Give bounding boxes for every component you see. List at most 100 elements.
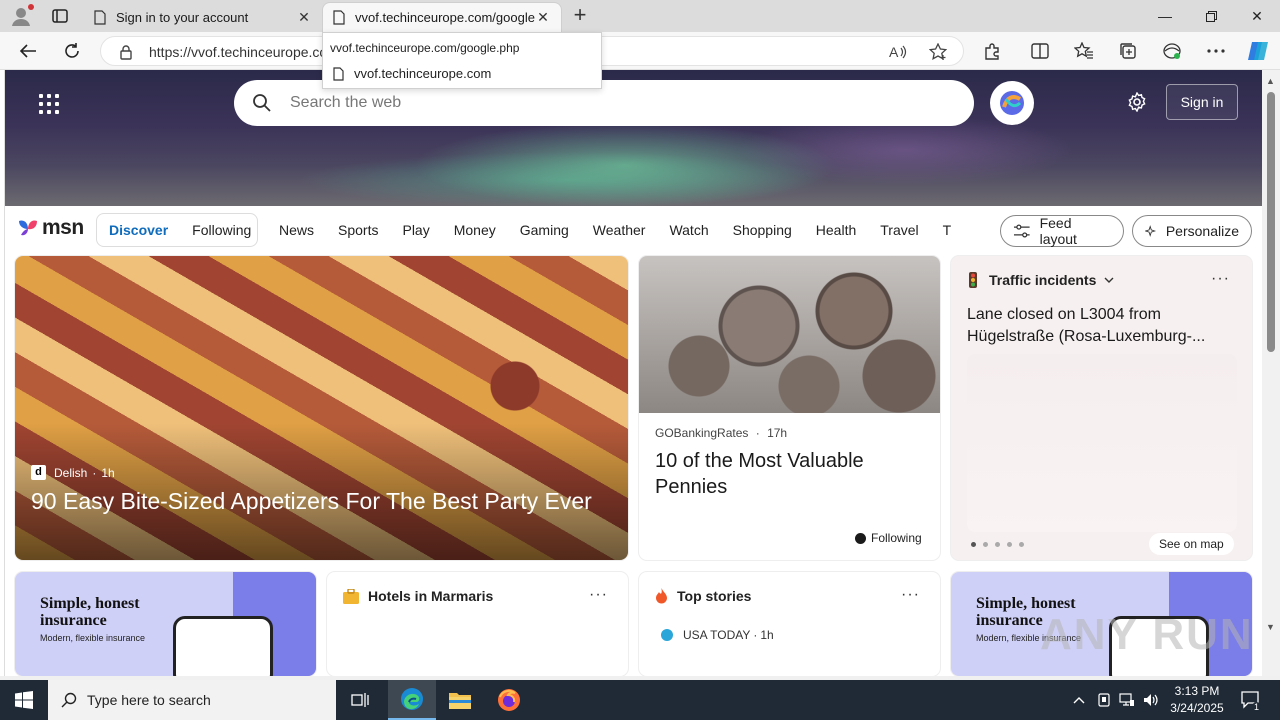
taskbar-edge[interactable]: [388, 680, 436, 720]
split-screen-icon[interactable]: [1028, 39, 1052, 63]
taskbar-search-box[interactable]: Type here to search: [48, 680, 336, 720]
browser-essentials-icon[interactable]: [1160, 39, 1184, 63]
source-name: USA TODAY: [683, 628, 751, 642]
volume-icon[interactable]: [1140, 680, 1162, 720]
tab-close-icon[interactable]: ✕: [535, 9, 551, 26]
featured-headline[interactable]: 90 Easy Bite-Sized Appetizers For The Be…: [31, 488, 621, 515]
traffic-incidents-card[interactable]: Traffic incidents ··· Lane closed on L30…: [951, 256, 1252, 560]
traffic-header[interactable]: Traffic incidents: [967, 272, 1124, 288]
tab-following[interactable]: Following: [180, 222, 263, 238]
favorites-icon[interactable]: [1072, 39, 1096, 63]
nav-money[interactable]: Money: [454, 222, 496, 238]
nav-weather[interactable]: Weather: [593, 222, 646, 238]
dropdown-suggestion[interactable]: vvof.techinceurope.com: [333, 66, 491, 81]
system-clock[interactable]: 3:13 PM 3/24/2025: [1160, 683, 1234, 717]
sign-in-button[interactable]: Sign in: [1166, 84, 1238, 120]
tab-sign-in[interactable]: Sign in to your account ✕: [84, 2, 322, 32]
url-suggestion-dropdown: vvof.techinceurope.com/google.php vvof.t…: [322, 32, 602, 89]
suitcase-icon: [343, 588, 359, 604]
taskbar-file-explorer[interactable]: [436, 680, 484, 720]
restore-button[interactable]: [1188, 0, 1234, 32]
nav-play[interactable]: Play: [402, 222, 429, 238]
feed-layout-button[interactable]: Feed layout: [1000, 215, 1124, 247]
source-name: Delish: [54, 465, 88, 480]
tab-discover[interactable]: Discover: [97, 222, 180, 238]
nav-health[interactable]: Health: [816, 222, 856, 238]
refresh-button[interactable]: [60, 39, 84, 63]
back-button[interactable]: [16, 39, 40, 63]
scroll-up-arrow-icon[interactable]: ▲: [1266, 76, 1275, 86]
tab-actions-icon[interactable]: [46, 5, 74, 27]
source-time: 1h: [760, 628, 774, 642]
featured-article-card[interactable]: d Delish · 1h 90 Easy Bite-Sized Appetiz…: [15, 256, 628, 560]
traffic-map[interactable]: [967, 354, 1237, 532]
notifications-button[interactable]: 1: [1236, 680, 1266, 720]
settings-gear-icon[interactable]: [1127, 92, 1147, 112]
minimize-button[interactable]: —: [1142, 0, 1188, 32]
msn-nav-bar: msn Discover Following News Sports Play …: [5, 206, 1262, 256]
top-stories-header[interactable]: Top stories: [655, 588, 751, 604]
hotels-card[interactable]: Hotels in Marmaris ···: [327, 572, 628, 676]
search-icon: [253, 94, 271, 112]
carousel-dots[interactable]: [971, 542, 1031, 547]
taskbar-search-placeholder: Type here to search: [87, 692, 211, 708]
tab-active-url[interactable]: vvof.techinceurope.com/google.php ✕: [322, 2, 562, 32]
close-window-button[interactable]: ✕: [1234, 0, 1280, 32]
hotels-header[interactable]: Hotels in Marmaris: [343, 588, 493, 604]
nav-trat[interactable]: Trat: [943, 222, 951, 238]
new-tab-button[interactable]: +: [568, 4, 592, 28]
tab-title: Sign in to your account: [116, 9, 249, 25]
tab-close-icon[interactable]: ✕: [296, 9, 312, 26]
lock-icon[interactable]: [119, 44, 133, 60]
scroll-thumb[interactable]: [1267, 92, 1275, 352]
network-icon[interactable]: [1116, 680, 1138, 720]
ad-headline: Simple, honest insurance: [40, 595, 140, 629]
nav-gaming[interactable]: Gaming: [520, 222, 569, 238]
scroll-down-arrow-icon[interactable]: ▼: [1266, 622, 1275, 632]
personalize-button[interactable]: Personalize: [1132, 215, 1252, 247]
collections-icon[interactable]: [1116, 39, 1140, 63]
tray-overflow-icon[interactable]: [1068, 680, 1090, 720]
device-tray-icon[interactable]: [1093, 680, 1115, 720]
pennies-headline[interactable]: 10 of the Most Valuable Pennies: [655, 448, 925, 500]
nav-shopping[interactable]: Shopping: [733, 222, 792, 238]
svg-text:A: A: [889, 44, 899, 60]
page-icon: [94, 9, 106, 25]
more-options-icon[interactable]: ···: [589, 586, 608, 604]
more-options-icon[interactable]: ···: [901, 586, 920, 604]
page-scrollbar[interactable]: ▲ ▼: [1262, 70, 1280, 676]
copilot-button[interactable]: [990, 81, 1034, 125]
task-view-button[interactable]: [336, 680, 384, 720]
dropdown-full-url[interactable]: vvof.techinceurope.com/google.php: [330, 41, 519, 55]
windows-taskbar: Type here to search 3:13 PM 3/24/2025 1: [0, 680, 1280, 720]
start-button[interactable]: [0, 680, 48, 720]
copilot-icon: [1000, 91, 1024, 115]
nav-watch[interactable]: Watch: [669, 222, 708, 238]
edge-icon: [401, 688, 423, 710]
apps-grid-icon[interactable]: [39, 94, 59, 114]
more-options-icon[interactable]: ···: [1211, 270, 1230, 288]
read-aloud-icon[interactable]: A: [889, 44, 907, 60]
nav-travel[interactable]: Travel: [880, 222, 918, 238]
top-stories-card[interactable]: Top stories ··· USA TODAY · 1h: [639, 572, 940, 676]
copilot-icon[interactable]: [1246, 39, 1270, 63]
traffic-headline[interactable]: Lane closed on L3004 from Hügelstraße (R…: [967, 304, 1227, 348]
top-stories-title: Top stories: [677, 588, 752, 604]
nav-news[interactable]: News: [279, 222, 314, 238]
browser-toolbar: https://vvof.techinceurope.com/google.ph…: [0, 32, 1280, 70]
settings-more-icon[interactable]: [1204, 39, 1228, 63]
firefox-icon: [498, 689, 520, 711]
see-on-map-button[interactable]: See on map: [1149, 533, 1234, 555]
web-search-input[interactable]: [290, 90, 890, 116]
taskbar-firefox[interactable]: [485, 680, 533, 720]
msn-logo[interactable]: msn: [17, 216, 84, 240]
traffic-title: Traffic incidents: [989, 272, 1097, 288]
article-source: GOBankingRates · 17h: [655, 426, 788, 440]
extensions-icon[interactable]: [980, 39, 1004, 63]
pennies-article-card[interactable]: GOBankingRates · 17h 10 of the Most Valu…: [639, 256, 940, 560]
insurance-ad-card[interactable]: Simple, honest insurance Modern, flexibl…: [15, 572, 316, 676]
hotels-title: Hotels in Marmaris: [368, 588, 494, 604]
nav-sports[interactable]: Sports: [338, 222, 378, 238]
following-button[interactable]: Following: [855, 531, 922, 545]
favorite-star-icon[interactable]: [929, 43, 947, 61]
